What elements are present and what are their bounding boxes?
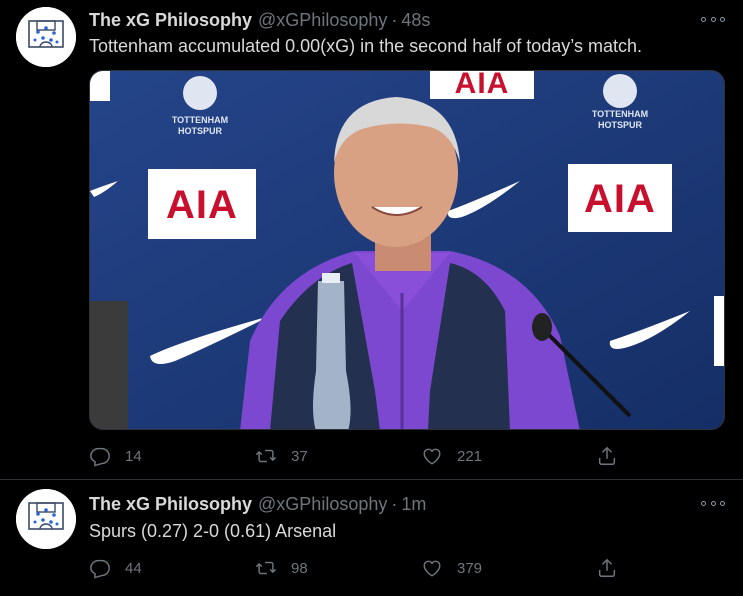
tweet[interactable]: The xG Philosophy @xGPhilosophy · 1m Spu… — [0, 480, 743, 596]
tweet-photo[interactable]: AIA AIA AIA TOTTENHAM HOTSPUR TOTTENHAM — [89, 70, 725, 430]
share-icon — [598, 558, 616, 577]
club-text-right-1: TOTTENHAM — [592, 109, 648, 119]
retweet-button[interactable]: 37 — [255, 442, 308, 470]
tweet-actions: 14 37 221 — [89, 442, 629, 470]
separator: · — [391, 493, 398, 514]
tweet[interactable]: The xG Philosophy @xGPhilosophy · 48s To… — [0, 0, 743, 480]
reply-icon — [90, 559, 110, 579]
sponsor-board-right: AIA — [568, 164, 672, 232]
author-name[interactable]: The xG Philosophy — [89, 10, 252, 31]
share-button[interactable] — [596, 554, 618, 582]
tweet-header: The xG Philosophy @xGPhilosophy · 1m — [89, 492, 426, 516]
like-count: 221 — [457, 447, 483, 465]
author-name[interactable]: The xG Philosophy — [89, 494, 252, 515]
sponsor-text-left: AIA — [166, 183, 238, 227]
share-icon — [598, 446, 616, 465]
heart-icon — [423, 448, 441, 465]
press-conference-photo: AIA AIA AIA TOTTENHAM HOTSPUR TOTTENHAM — [90, 71, 724, 429]
more-icon[interactable] — [701, 10, 725, 28]
tweet-text: Tottenham accumulated 0.00(xG) in the se… — [89, 36, 642, 56]
retweet-count: 98 — [291, 559, 308, 577]
reply-button[interactable]: 14 — [89, 442, 142, 470]
share-button[interactable] — [596, 442, 618, 470]
club-text-right-2: HOTSPUR — [598, 120, 643, 130]
retweet-button[interactable]: 98 — [255, 554, 308, 582]
timestamp[interactable]: 1m — [401, 494, 426, 515]
avatar[interactable] — [16, 489, 76, 549]
reply-button[interactable]: 44 — [89, 554, 142, 582]
pitch-logo-icon — [16, 7, 76, 67]
sponsor-board-top: AIA — [430, 71, 534, 100]
tweet-text: Spurs (0.27) 2-0 (0.61) Arsenal — [89, 521, 337, 541]
reply-count: 14 — [125, 447, 142, 465]
reply-icon — [90, 447, 110, 467]
retweet-count: 37 — [291, 447, 308, 465]
tweet-header: The xG Philosophy @xGPhilosophy · 48s — [89, 8, 430, 32]
like-count: 379 — [457, 559, 483, 577]
separator: · — [391, 9, 398, 30]
sponsor-text-top: AIA — [455, 71, 510, 100]
avatar[interactable] — [16, 7, 76, 67]
author-handle[interactable]: @xGPhilosophy — [258, 494, 387, 515]
reply-count: 44 — [125, 559, 142, 577]
heart-icon — [423, 560, 441, 577]
sponsor-text-right: AIA — [584, 177, 656, 221]
club-text-left-1: TOTTENHAM — [172, 115, 228, 125]
club-text-left-2: HOTSPUR — [178, 126, 223, 136]
like-button[interactable]: 379 — [421, 554, 482, 582]
more-icon[interactable] — [701, 494, 725, 512]
pitch-logo-icon — [16, 489, 76, 549]
like-button[interactable]: 221 — [421, 442, 482, 470]
sponsor-board-left: AIA — [148, 169, 256, 239]
tweet-actions: 44 98 379 — [89, 554, 629, 582]
retweet-icon — [255, 561, 277, 575]
author-handle[interactable]: @xGPhilosophy — [258, 10, 387, 31]
timestamp[interactable]: 48s — [401, 10, 430, 31]
retweet-icon — [255, 449, 277, 463]
